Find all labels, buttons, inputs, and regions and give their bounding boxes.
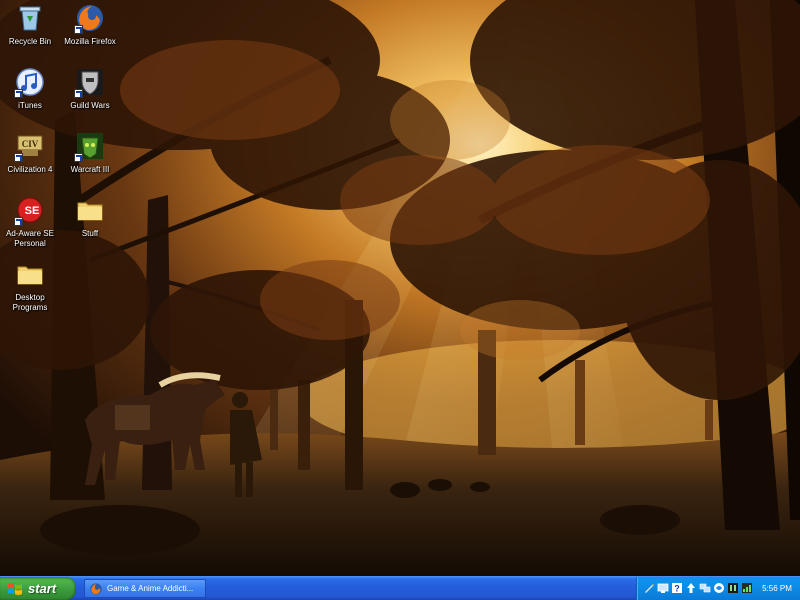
- desktop-icon-label: iTunes: [18, 101, 42, 110]
- desktop-icon-label: Stuff: [81, 229, 99, 238]
- recycle-bin-icon: [14, 2, 46, 34]
- taskbar-item-firefox[interactable]: Game & Anime Addicti...: [84, 579, 206, 598]
- desktop-icon-civilization[interactable]: CIV Civilization 4: [0, 130, 62, 175]
- desktop-icon-label: Civilization 4: [7, 165, 53, 174]
- desktop-icon-recycle-bin[interactable]: Recycle Bin: [0, 2, 62, 47]
- help-icon[interactable]: ?: [671, 582, 683, 594]
- firefox-icon: [90, 582, 102, 595]
- desktop-icon-firefox[interactable]: Mozilla Firefox: [58, 2, 122, 47]
- desktop-icon-warcraft[interactable]: Warcraft III: [58, 130, 122, 175]
- desktop-icon-label: Mozilla Firefox: [64, 37, 116, 46]
- shortcut-arrow-icon: [74, 25, 83, 34]
- desktop-icon-desktop-programs[interactable]: Desktop Programs: [0, 258, 62, 313]
- lock-icon[interactable]: [713, 582, 725, 594]
- desktop-icon-stuff[interactable]: Stuff: [58, 194, 122, 239]
- ad-aware-icon: SE: [14, 194, 46, 226]
- shortcut-arrow-icon: [74, 89, 83, 98]
- svg-text:CIV: CIV: [22, 139, 39, 149]
- update-icon[interactable]: [685, 582, 697, 594]
- shortcut-arrow-icon: [14, 89, 23, 98]
- taskbar: start Game & Anime Addicti... ? 5:56 PM: [0, 576, 800, 600]
- start-label: start: [28, 581, 57, 596]
- desktop-screen: Recycle Bin Mozilla Firefox iTunes Guild…: [0, 0, 800, 600]
- speaker-icon[interactable]: [727, 582, 739, 594]
- itunes-icon: [14, 66, 46, 98]
- system-tray: ? 5:56 PM: [636, 577, 800, 600]
- civilization-icon: CIV: [14, 130, 46, 162]
- taskbar-item-label: Game & Anime Addicti...: [107, 584, 194, 593]
- svg-text:SE: SE: [25, 205, 40, 217]
- svg-text:?: ?: [674, 584, 680, 594]
- folder-icon: [14, 258, 46, 290]
- desktop-icon-label: Desktop Programs: [12, 293, 48, 312]
- shortcut-arrow-icon: [14, 217, 23, 226]
- taskbar-clock[interactable]: 5:56 PM: [755, 577, 799, 600]
- shortcut-arrow-icon: [74, 153, 83, 162]
- desktop-icon-ad-aware[interactable]: SE Ad-Aware SE Personal: [0, 194, 62, 249]
- desktop-icon-area: Recycle Bin Mozilla Firefox iTunes Guild…: [0, 0, 140, 576]
- start-button[interactable]: start: [0, 577, 76, 600]
- network-icon[interactable]: [699, 582, 711, 594]
- desktop-icon-itunes[interactable]: iTunes: [0, 66, 62, 111]
- firefox-icon: [74, 2, 106, 34]
- desktop-icon-label: Ad-Aware SE Personal: [6, 229, 54, 248]
- monitor-icon[interactable]: [657, 582, 669, 594]
- guild-wars-icon: [74, 66, 106, 98]
- desktop-icon-label: Recycle Bin: [8, 37, 52, 46]
- folder-icon: [74, 194, 106, 226]
- desktop-icon-label: Guild Wars: [70, 101, 110, 110]
- pen-icon[interactable]: [643, 582, 655, 594]
- windows-logo-icon: [8, 582, 22, 595]
- desktop-icon-guild-wars[interactable]: Guild Wars: [58, 66, 122, 111]
- meter-icon[interactable]: [741, 582, 753, 594]
- shortcut-arrow-icon: [14, 153, 23, 162]
- desktop-icon-label: Warcraft III: [70, 165, 110, 174]
- warcraft-icon: [74, 130, 106, 162]
